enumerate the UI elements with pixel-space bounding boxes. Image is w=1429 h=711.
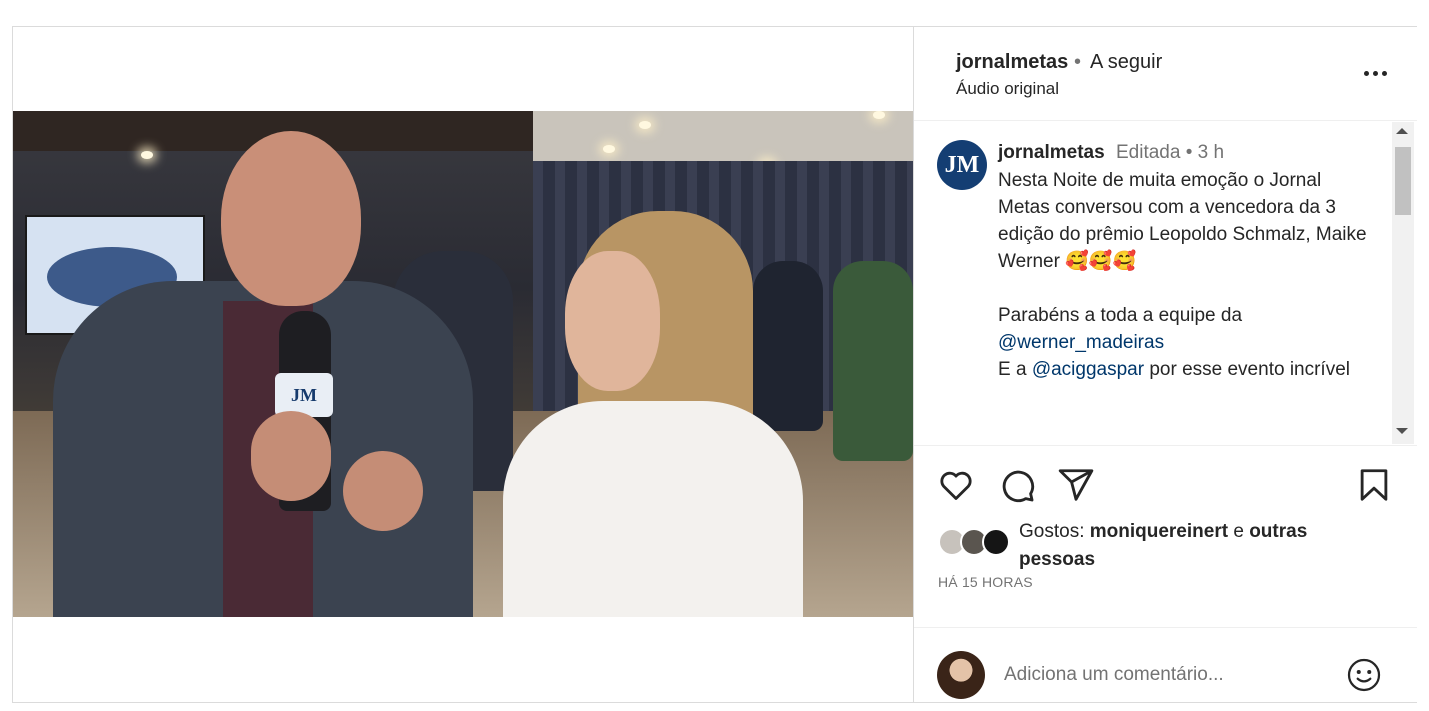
guest-figure <box>833 261 913 461</box>
caption-line: por esse evento incrível <box>1144 359 1351 380</box>
emoji-icon <box>1347 658 1381 692</box>
caption-line: E a <box>998 359 1027 380</box>
bookmark-icon <box>1360 469 1388 501</box>
scroll-down-arrow[interactable] <box>1396 428 1408 434</box>
more-icon <box>1363 70 1369 76</box>
avatar <box>937 651 985 699</box>
like-button[interactable] <box>937 466 975 504</box>
avatar <box>982 528 1010 556</box>
comment-input[interactable] <box>1004 658 1324 692</box>
post-video[interactable]: JM <box>13 111 913 617</box>
mention-link[interactable]: @werner_madeiras <box>998 332 1164 353</box>
reporter-hand <box>251 411 331 501</box>
mention-link[interactable]: @aciggaspar <box>1032 359 1144 380</box>
ceiling-light <box>873 111 885 119</box>
guest-figure <box>753 261 823 431</box>
post-side-panel: jornalmetas • A seguir Áudio original JM… <box>913 27 1417 702</box>
caption-text: Nesta Noite de muita emoção o Jornal Met… <box>998 167 1378 383</box>
comments-area[interactable]: JM jornalmetas Editada • 3 h Nesta Noite… <box>914 122 1417 444</box>
reporter-head <box>221 131 361 306</box>
interviewee-body <box>503 401 803 617</box>
comment-button[interactable] <box>998 466 1036 504</box>
post-dialog: JM jornalmetas • A seguir Áudio original… <box>12 26 1417 703</box>
more-options-button[interactable] <box>1360 61 1390 85</box>
emoji-button[interactable] <box>1346 657 1382 693</box>
likes-summary[interactable]: Gostos: moniquereinert e outras pessoas <box>1019 518 1349 574</box>
save-button[interactable] <box>1355 466 1393 504</box>
avatar[interactable]: JM <box>937 140 987 190</box>
header-username[interactable]: jornalmetas <box>956 51 1068 74</box>
add-comment-row <box>914 627 1417 702</box>
media-area: JM <box>13 27 913 702</box>
comment-icon <box>1002 470 1034 502</box>
liker-username[interactable]: moniquereinert <box>1090 521 1228 542</box>
scrollbar-thumb[interactable] <box>1395 147 1411 215</box>
ceiling-light <box>603 145 615 153</box>
caption-meta: Editada • 3 h <box>1116 142 1225 163</box>
reporter-hand <box>343 451 423 531</box>
ceiling-light <box>639 121 651 129</box>
microphone-logo: JM <box>275 373 333 417</box>
liked-by-avatars[interactable] <box>938 528 1018 558</box>
share-button[interactable] <box>1057 466 1095 504</box>
header-separator: • <box>1074 51 1082 73</box>
caption-line: Nesta Noite de muita emoção o Jornal Met… <box>998 170 1372 272</box>
post-header: jornalmetas • A seguir Áudio original <box>914 27 1417 121</box>
share-icon <box>1058 469 1094 501</box>
heart-icon <box>940 471 972 500</box>
following-button[interactable]: A seguir <box>1090 51 1162 74</box>
likes-conjunction: e <box>1228 521 1250 542</box>
original-audio-link[interactable]: Áudio original <box>956 79 1059 99</box>
likes-prefix: Gostos: <box>1019 521 1090 542</box>
caption-line: Parabéns a toda a equipe da <box>998 305 1243 326</box>
caption-username[interactable]: jornalmetas <box>998 142 1105 164</box>
interviewee-face <box>565 251 660 391</box>
ceiling-light <box>141 151 153 159</box>
post-timestamp[interactable]: HÁ 15 HORAS <box>938 574 1033 590</box>
post-actions: Gostos: moniquereinert e outras pessoas … <box>914 445 1417 702</box>
scroll-up-arrow[interactable] <box>1396 128 1408 134</box>
